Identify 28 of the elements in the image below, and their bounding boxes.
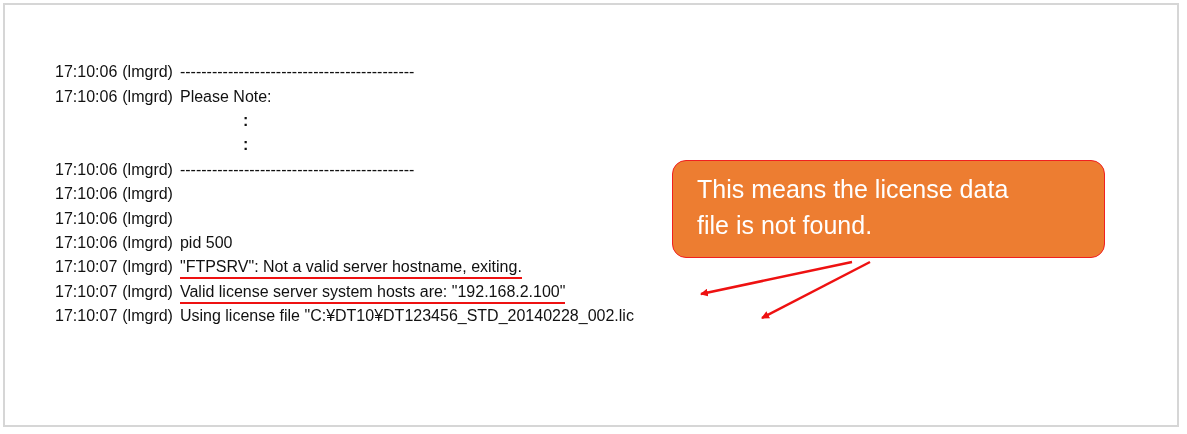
log-time: 17:10:06 (55, 233, 118, 252)
log-message: Using license file "C:¥DT10¥DT123456_STD_20140228_002.lic (179, 307, 634, 327)
log-source: (lmgrd) (122, 233, 173, 252)
log-message: pid 500 (179, 233, 233, 253)
log-time: 17:10:07 (55, 307, 118, 326)
log-source: (lmgrd) (122, 160, 173, 179)
log-source: (lmgrd) (122, 258, 173, 277)
log-source: (lmgrd) (122, 307, 173, 326)
log-source: (lmgrd) (122, 282, 173, 301)
log-time: 17:10:07 (55, 282, 118, 301)
ellipsis-mark: : (243, 111, 249, 130)
log-source: (lmgrd) (122, 63, 173, 82)
log-message: "FTPSRV": Not a valid server hostname, exiting. (179, 258, 522, 280)
log-time: 17:10:06 (55, 160, 118, 179)
ellipsis-mark: : (243, 136, 249, 155)
log-source: (lmgrd) (122, 209, 173, 228)
log-message: Valid license server system hosts are: "192.168.2.100" (179, 282, 566, 304)
log-source: (lmgrd) (122, 87, 173, 106)
log-time: 17:10:06 (55, 209, 118, 228)
callout-note: This means the license data file is not found. (672, 160, 1105, 258)
log-time: 17:10:06 (55, 185, 118, 204)
log-message: -------------------------------------------- (179, 160, 415, 180)
log-time: 17:10:06 (55, 63, 118, 82)
log-source: (lmgrd) (122, 185, 173, 204)
log-message: Please Note: (179, 87, 272, 107)
log-time: 17:10:06 (55, 87, 118, 106)
log-time: 17:10:07 (55, 258, 118, 277)
log-message: -------------------------------------------- (179, 63, 415, 83)
